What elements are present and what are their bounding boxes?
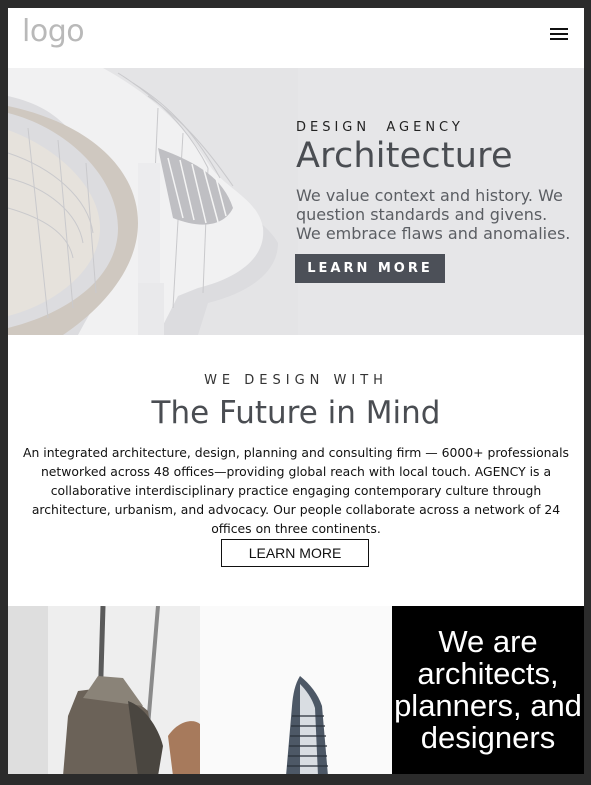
hero-architecture-image xyxy=(8,68,298,335)
office-window-image xyxy=(8,606,200,774)
future-description: An integrated architecture, design, plan… xyxy=(22,445,570,536)
logo[interactable]: logo xyxy=(22,14,85,49)
image-band: We are architects, planners, and designe… xyxy=(8,606,584,774)
future-learn-more-button[interactable]: LEARN MORE xyxy=(221,539,369,567)
hamburger-icon-bar xyxy=(550,33,568,35)
hamburger-icon-bar xyxy=(550,38,568,40)
hero-learn-more-button[interactable]: LEARN MORE xyxy=(295,254,445,283)
future-kicker: WE DESIGN WITH xyxy=(204,373,388,388)
page: logo DESIGN AGENCY Architecture We value… xyxy=(8,8,584,774)
hamburger-icon xyxy=(550,28,568,30)
future-section: WE DESIGN WITH The Future in Mind An int… xyxy=(8,335,584,605)
tagline-tile: We are architects, planners, and designe… xyxy=(392,606,584,774)
skyscraper-image xyxy=(200,606,392,774)
site-header: logo xyxy=(8,8,584,68)
future-title: The Future in Mind xyxy=(151,395,441,431)
hamburger-menu-button[interactable] xyxy=(550,28,570,42)
hero-kicker: DESIGN AGENCY xyxy=(296,120,464,135)
hero-title: Architecture xyxy=(296,136,513,176)
hero-banner: DESIGN AGENCY Architecture We value cont… xyxy=(8,68,584,335)
hero-description: We value context and history. We questio… xyxy=(296,186,571,243)
tagline-text: We are architects, planners, and designe… xyxy=(394,624,582,755)
